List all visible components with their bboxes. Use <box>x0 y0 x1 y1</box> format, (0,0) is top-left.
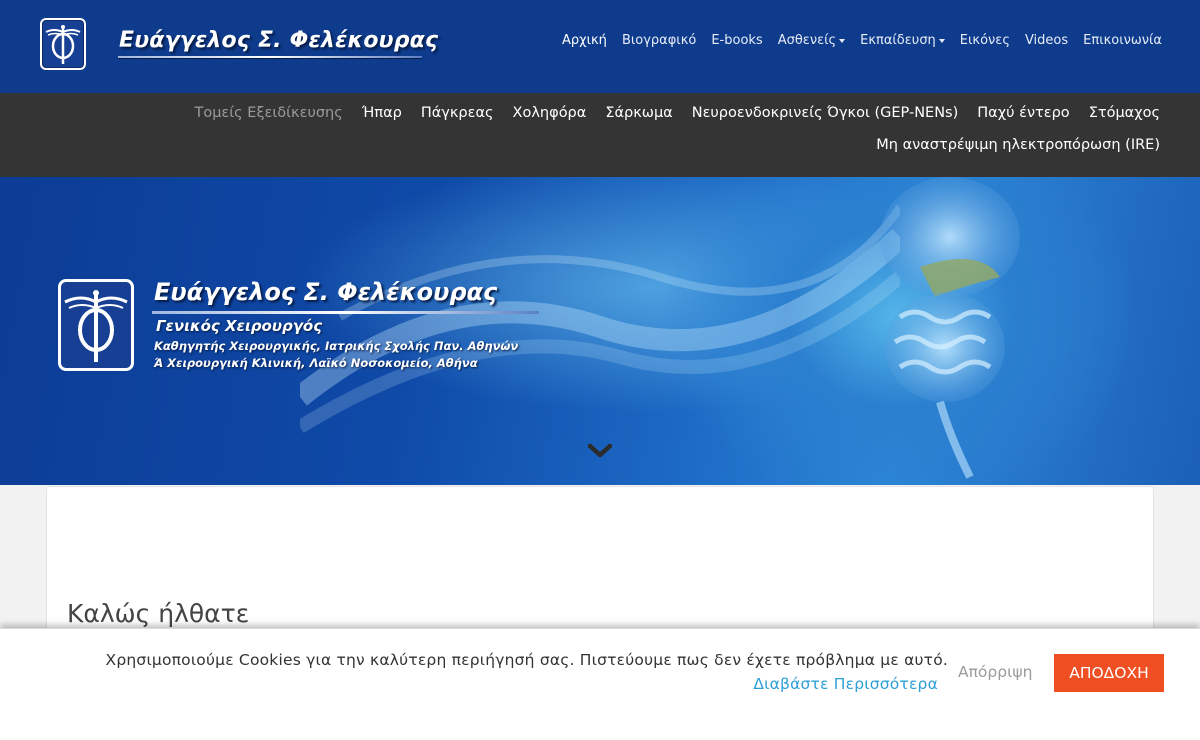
brand-name[interactable]: Ευάγγελος Σ. Φελέκουρας <box>119 28 438 53</box>
main-nav: Αρχική Βιογραφικό E-books Ασθενείς Εκπαί… <box>562 33 1162 48</box>
digestive-organ-graphic <box>880 177 1020 479</box>
nav-item-images[interactable]: Εικόνες <box>960 33 1010 48</box>
specialty-gep-nens[interactable]: Νευροενδοκρινείς Όγκοι (GEP-NENs) <box>692 105 959 121</box>
hero-subtitle: Γενικός Χειρουργός <box>156 317 323 335</box>
caret-down-icon <box>839 38 846 43</box>
specialty-liver[interactable]: Ήπαρ <box>362 105 402 121</box>
top-navbar: Ευάγγελος Σ. Φελέκουρας Αρχική Βιογραφικ… <box>0 0 1200 93</box>
nav-item-videos[interactable]: Videos <box>1025 33 1068 48</box>
specialty-ire[interactable]: Μη αναστρέψιμη ηλεκτροπόρωση (IRE) <box>876 137 1160 153</box>
nav-item-label: E-books <box>711 33 763 48</box>
nav-item-label: Αρχική <box>561 33 607 48</box>
specialty-pancreas[interactable]: Πάγκρεας <box>421 105 494 121</box>
brand-logo-icon[interactable] <box>40 18 86 70</box>
hero-title: Ευάγγελος Σ. Φελέκουρας <box>154 278 498 306</box>
nav-item-label: Εκπαίδευση <box>860 33 936 48</box>
chevron-down-icon[interactable] <box>588 443 612 459</box>
brand-underline <box>118 56 422 59</box>
specialty-sarcoma[interactable]: Σάρκωμα <box>605 105 672 121</box>
specialties-title: Τομείς Εξειδίκευσης <box>194 105 343 121</box>
hero-banner: Ευάγγελος Σ. Φελέκουρας Γενικός Χειρουργ… <box>0 177 1200 485</box>
specialty-biliary[interactable]: Χοληφόρα <box>513 105 587 121</box>
nav-item-patients[interactable]: Ασθενείς <box>777 33 846 48</box>
specialties-row: Τομείς Εξειδίκευσης Ήπαρ Πάγκρεας Χοληφό… <box>194 105 1160 121</box>
nav-item-label: Βιογραφικό <box>621 33 697 48</box>
cookie-accept-button[interactable]: ΑΠΟΔΟΧΗ <box>1054 654 1164 692</box>
nav-item-label: Ασθενείς <box>777 33 837 48</box>
nav-item-label: Videos <box>1024 33 1069 48</box>
hero-position: Καθηγητής Χειρουργικής, Ιατρικής Σχολής … <box>154 339 519 353</box>
nav-item-label: Επικοινωνία <box>1083 33 1162 48</box>
cookie-consent-bar: Χρησιμοποιούμε Cookies για την καλύτερη … <box>0 628 1200 740</box>
nav-item-contact[interactable]: Επικοινωνία <box>1083 33 1162 48</box>
nav-item-label: Εικόνες <box>959 33 1010 48</box>
caret-down-icon <box>938 38 945 43</box>
specialty-colon[interactable]: Παχύ έντερο <box>977 105 1069 121</box>
specialties-bar: Τομείς Εξειδίκευσης Ήπαρ Πάγκρεας Χοληφό… <box>0 93 1200 177</box>
hero-logo-icon <box>58 279 134 371</box>
cookie-message: Χρησιμοποιούμε Cookies για την καλύτερη … <box>105 651 948 669</box>
hero-underline <box>152 311 539 314</box>
nav-item-biography[interactable]: Βιογραφικό <box>622 33 696 48</box>
cookie-read-more-link[interactable]: Διαβάστε Περισσότερα <box>753 675 938 693</box>
specialties-row: Μη αναστρέψιμη ηλεκτροπόρωση (IRE) <box>876 137 1160 153</box>
cookie-reject-button[interactable]: Απόρριψη <box>958 663 1032 681</box>
hero-wave-graphic <box>300 204 900 433</box>
nav-item-ebooks[interactable]: E-books <box>711 33 762 48</box>
nav-item-education[interactable]: Εκπαίδευση <box>860 33 945 48</box>
hero-clinic: Ά Χειρουργική Κλινική, Λαϊκό Νοσοκομείο,… <box>154 356 478 370</box>
nav-item-home[interactable]: Αρχική <box>562 33 607 48</box>
welcome-heading: Καλώς ήλθατε <box>67 599 250 628</box>
specialty-stomach[interactable]: Στόμαχος <box>1089 105 1160 121</box>
